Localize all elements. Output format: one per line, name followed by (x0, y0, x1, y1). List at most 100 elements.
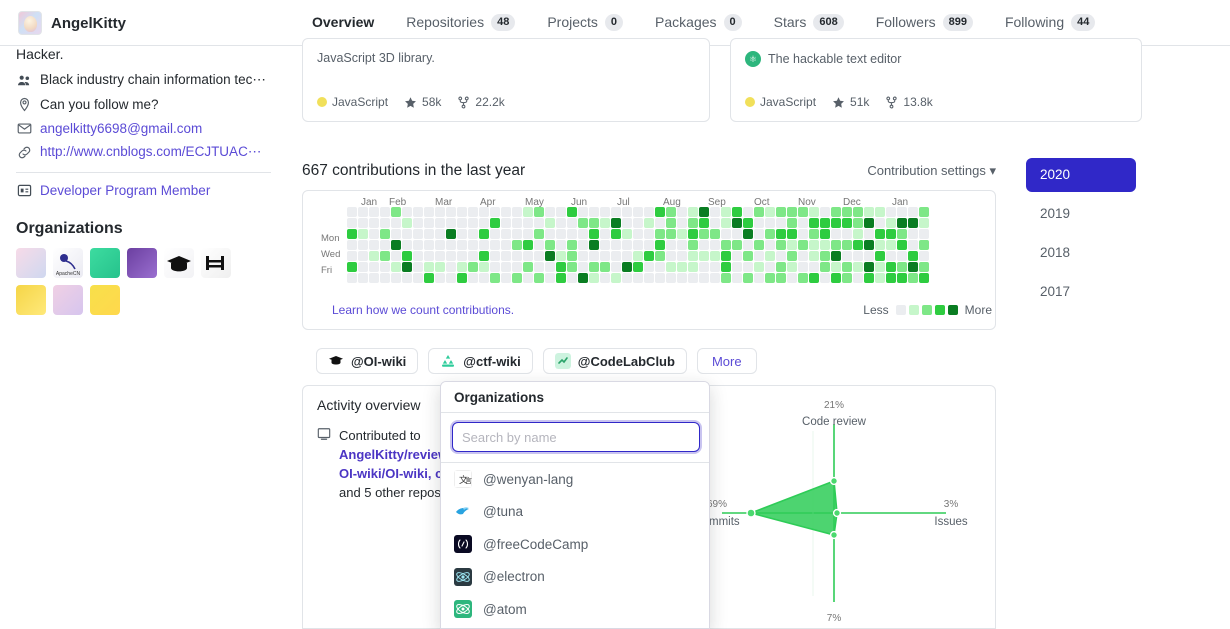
contribution-day-cell[interactable] (875, 229, 885, 239)
contribution-day-cell[interactable] (457, 218, 467, 228)
contribution-day-cell[interactable] (787, 251, 797, 261)
contribution-day-cell[interactable] (820, 229, 830, 239)
org-avatar-9[interactable] (90, 285, 120, 315)
contribution-day-cell[interactable] (391, 251, 401, 261)
contribution-day-cell[interactable] (776, 262, 786, 272)
contribution-day-cell[interactable] (578, 273, 588, 283)
contribution-day-cell[interactable] (831, 251, 841, 261)
contribution-day-cell[interactable] (743, 273, 753, 283)
contribution-day-cell[interactable] (534, 218, 544, 228)
contribution-day-cell[interactable] (347, 273, 357, 283)
contribution-day-cell[interactable] (655, 229, 665, 239)
contribution-day-cell[interactable] (369, 240, 379, 250)
contribution-day-cell[interactable] (479, 207, 489, 217)
contribution-day-cell[interactable] (677, 251, 687, 261)
contribution-day-cell[interactable] (611, 207, 621, 217)
contribution-day-cell[interactable] (545, 229, 555, 239)
contribution-day-cell[interactable] (908, 262, 918, 272)
contribution-day-cell[interactable] (501, 229, 511, 239)
contribution-day-cell[interactable] (600, 240, 610, 250)
contribution-day-cell[interactable] (523, 251, 533, 261)
contribution-day-cell[interactable] (853, 240, 863, 250)
org-pill-oi-wiki[interactable]: @OI-wiki (316, 348, 419, 374)
contribution-day-cell[interactable] (666, 207, 676, 217)
meta-item-text[interactable]: http://www.cnblogs.com/ECJTUAC⋯ (40, 144, 261, 160)
pinned-repo-card[interactable]: JavaScript 3D library. JavaScript 58k 22.2k (302, 38, 710, 122)
contribution-day-cell[interactable] (743, 229, 753, 239)
contribution-day-cell[interactable] (479, 273, 489, 283)
contribution-day-cell[interactable] (666, 262, 676, 272)
contribution-day-cell[interactable] (600, 218, 610, 228)
contribution-day-cell[interactable] (633, 240, 643, 250)
meta-item-text[interactable]: angelkitty6698@gmail.com (40, 121, 202, 136)
contribution-day-cell[interactable] (424, 218, 434, 228)
contribution-day-cell[interactable] (633, 262, 643, 272)
contribution-day-cell[interactable] (864, 240, 874, 250)
contribution-day-cell[interactable] (776, 240, 786, 250)
contribution-day-cell[interactable] (567, 207, 577, 217)
contribution-day-cell[interactable] (435, 240, 445, 250)
contribution-day-cell[interactable] (655, 262, 665, 272)
org-avatar-4[interactable] (127, 248, 157, 278)
contribution-day-cell[interactable] (501, 240, 511, 250)
contribution-day-cell[interactable] (611, 273, 621, 283)
contribution-day-cell[interactable] (523, 207, 533, 217)
contribution-day-cell[interactable] (567, 229, 577, 239)
contribution-day-cell[interactable] (655, 218, 665, 228)
org-pill-codelabclub[interactable]: @CodeLabClub (542, 348, 687, 374)
year-option-2018[interactable]: 2018 (1026, 236, 1136, 270)
contribution-day-cell[interactable] (677, 273, 687, 283)
contribution-day-cell[interactable] (402, 251, 412, 261)
contribution-day-cell[interactable] (413, 240, 423, 250)
contribution-day-cell[interactable] (402, 273, 412, 283)
contribution-day-cell[interactable] (512, 240, 522, 250)
contribution-day-cell[interactable] (820, 218, 830, 228)
contribution-day-cell[interactable] (644, 251, 654, 261)
contribution-day-cell[interactable] (688, 262, 698, 272)
contribution-day-cell[interactable] (831, 240, 841, 250)
contribution-day-cell[interactable] (347, 251, 357, 261)
contribution-day-cell[interactable] (820, 207, 830, 217)
contribution-day-cell[interactable] (435, 262, 445, 272)
contribution-day-cell[interactable] (358, 240, 368, 250)
developer-program-link[interactable]: Developer Program Member (40, 183, 210, 198)
contribution-day-cell[interactable] (864, 207, 874, 217)
contribution-day-cell[interactable] (501, 273, 511, 283)
org-dropdown-item-wenyan-lang[interactable]: 文言 @wenyan-lang (441, 463, 709, 496)
contribution-day-cell[interactable] (831, 273, 841, 283)
contribution-day-cell[interactable] (721, 273, 731, 283)
contribution-day-cell[interactable] (875, 207, 885, 217)
contribution-day-cell[interactable] (468, 229, 478, 239)
org-pill-ctf-wiki[interactable]: @ctf-wiki (428, 348, 533, 374)
contribution-day-cell[interactable] (644, 262, 654, 272)
contribution-day-cell[interactable] (886, 240, 896, 250)
contribution-day-cell[interactable] (710, 262, 720, 272)
contribution-day-cell[interactable] (358, 262, 368, 272)
contribution-day-cell[interactable] (798, 251, 808, 261)
contribution-day-cell[interactable] (611, 218, 621, 228)
contribution-day-cell[interactable] (787, 262, 797, 272)
contribution-day-cell[interactable] (787, 229, 797, 239)
contribution-day-cell[interactable] (886, 251, 896, 261)
contribution-day-cell[interactable] (490, 218, 500, 228)
contribution-day-cell[interactable] (600, 262, 610, 272)
contribution-day-cell[interactable] (512, 251, 522, 261)
contribution-day-cell[interactable] (534, 251, 544, 261)
contribution-day-cell[interactable] (710, 273, 720, 283)
contribution-day-cell[interactable] (875, 262, 885, 272)
contribution-day-cell[interactable] (578, 207, 588, 217)
contribution-day-cell[interactable] (897, 218, 907, 228)
contribution-day-cell[interactable] (886, 273, 896, 283)
contribution-day-cell[interactable] (754, 207, 764, 217)
contribution-day-cell[interactable] (842, 218, 852, 228)
contribution-day-cell[interactable] (875, 218, 885, 228)
contribution-day-cell[interactable] (369, 207, 379, 217)
contribution-day-cell[interactable] (809, 251, 819, 261)
contribution-day-cell[interactable] (644, 218, 654, 228)
contribution-day-cell[interactable] (864, 218, 874, 228)
contribution-day-cell[interactable] (391, 229, 401, 239)
contribution-day-cell[interactable] (369, 251, 379, 261)
contribution-day-cell[interactable] (809, 262, 819, 272)
contribution-day-cell[interactable] (721, 240, 731, 250)
contribution-day-cell[interactable] (501, 262, 511, 272)
